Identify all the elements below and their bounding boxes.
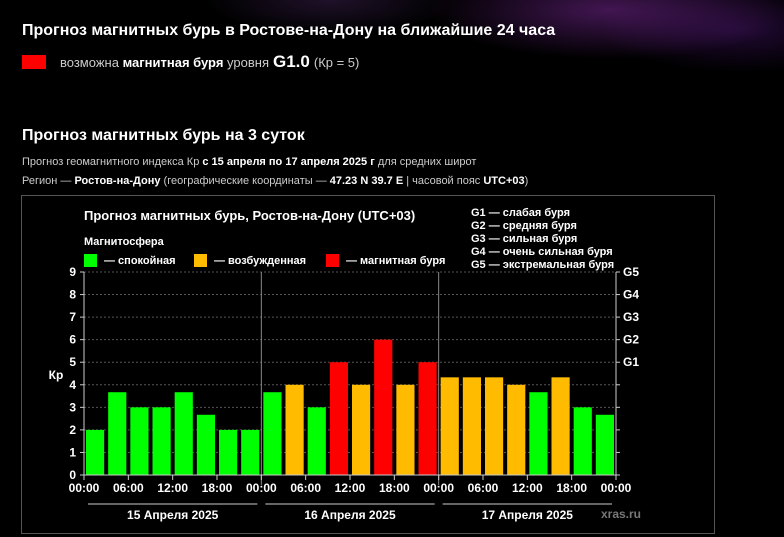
x-tick-label: 06:00 bbox=[290, 481, 321, 495]
y-tick-label: 9 bbox=[69, 265, 76, 279]
kp-bar bbox=[462, 377, 481, 475]
kp-bar bbox=[529, 392, 548, 475]
g-legend-item: G5 — экстремальная буря bbox=[471, 259, 614, 271]
kp-bar bbox=[307, 407, 326, 475]
kp-bar bbox=[152, 407, 171, 475]
day-label: 17 Апреля 2025 bbox=[482, 508, 574, 522]
kp-bar bbox=[440, 377, 459, 475]
kp-bar bbox=[507, 384, 526, 475]
y-tick-label: 0 bbox=[69, 468, 76, 482]
chart-title: Прогноз магнитных бурь, Ростов-на-Дону (… bbox=[84, 208, 415, 223]
g-level-label: G2 bbox=[623, 333, 639, 347]
kp-bar bbox=[219, 429, 238, 475]
kp-bar bbox=[595, 414, 614, 475]
x-tick-label: 06:00 bbox=[468, 481, 499, 495]
g-legend-item: G3 — сильная буря bbox=[471, 233, 577, 245]
kp-bar bbox=[196, 414, 215, 475]
kp-bar bbox=[329, 362, 348, 475]
watermark: xras.ru bbox=[601, 507, 641, 521]
legend-swatch bbox=[84, 254, 97, 267]
kp-bar bbox=[263, 392, 282, 475]
kp-bar bbox=[285, 384, 304, 475]
y-tick-label: 5 bbox=[69, 355, 76, 369]
legend-label: — возбужденная bbox=[214, 255, 306, 267]
x-tick-label: 12:00 bbox=[512, 481, 543, 495]
kp-bar bbox=[573, 407, 592, 475]
g-level-label: G5 bbox=[623, 265, 639, 279]
kp-forecast-chart: Прогноз магнитных бурь, Ростов-на-Дону (… bbox=[49, 207, 641, 522]
kp-bar bbox=[108, 392, 127, 475]
y-tick-label: 3 bbox=[69, 400, 76, 414]
kp-bar bbox=[174, 392, 193, 475]
g-legend-item: G2 — средняя буря bbox=[471, 220, 577, 232]
kp-bar bbox=[418, 362, 437, 475]
x-tick-label: 18:00 bbox=[202, 481, 233, 495]
y-tick-label: 8 bbox=[69, 288, 76, 302]
x-tick-label: 18:00 bbox=[379, 481, 410, 495]
x-tick-label: 06:00 bbox=[113, 481, 144, 495]
kp-bar bbox=[485, 377, 504, 475]
g-level-label: G3 bbox=[623, 310, 639, 324]
g-legend-item: G4 — очень сильная буря bbox=[471, 246, 613, 258]
y-tick-label: 4 bbox=[69, 378, 76, 392]
g-legend-item: G1 — слабая буря bbox=[471, 207, 570, 219]
x-tick-label: 00:00 bbox=[69, 481, 100, 495]
y-tick-label: 7 bbox=[69, 310, 76, 324]
y-tick-label: 6 bbox=[69, 333, 76, 347]
legend-swatch bbox=[326, 254, 339, 267]
kp-bar bbox=[374, 339, 393, 475]
day-label: 16 Апреля 2025 bbox=[304, 508, 396, 522]
kp-bar bbox=[352, 384, 371, 475]
x-tick-label: 00:00 bbox=[423, 481, 454, 495]
g-level-label: G1 bbox=[623, 355, 639, 369]
legend-title: Магнитосфера bbox=[84, 236, 165, 248]
legend-swatch bbox=[194, 254, 207, 267]
legend-label: — магнитная буря bbox=[346, 255, 445, 267]
kp-bar bbox=[396, 384, 415, 475]
y-axis-label: Кр bbox=[49, 368, 64, 382]
g-level-label: G4 bbox=[623, 288, 639, 302]
kp-bar bbox=[130, 407, 149, 475]
day-label: 15 Апреля 2025 bbox=[127, 508, 219, 522]
kp-bar bbox=[241, 429, 260, 475]
x-tick-label: 12:00 bbox=[157, 481, 188, 495]
y-tick-label: 1 bbox=[69, 445, 76, 459]
x-tick-label: 00:00 bbox=[246, 481, 277, 495]
x-tick-label: 00:00 bbox=[601, 481, 632, 495]
x-tick-label: 18:00 bbox=[556, 481, 587, 495]
y-tick-label: 2 bbox=[69, 423, 76, 437]
legend-label: — спокойная bbox=[104, 255, 176, 267]
kp-bar bbox=[551, 377, 570, 475]
x-tick-label: 12:00 bbox=[335, 481, 366, 495]
kp-bar bbox=[86, 429, 105, 475]
